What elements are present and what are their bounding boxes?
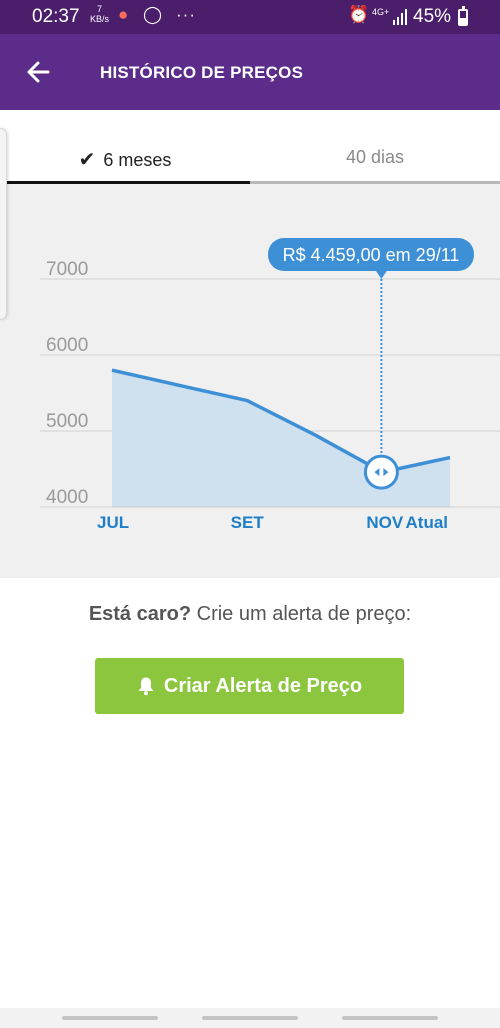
system-nav-bar: [0, 1008, 500, 1028]
x-tick-label: NOV: [366, 513, 404, 532]
signal-icon: [393, 9, 407, 25]
highlight-point-handle: [363, 454, 399, 490]
battery-icon: [458, 6, 468, 26]
alarm-icon: ⏰: [348, 5, 370, 24]
tab-6-meses-label: 6 meses: [103, 150, 172, 170]
alert-prompt: Está caro? Crie um alerta de preço:: [0, 603, 500, 626]
price-tooltip-label: R$ 4.459,00 em 29/11: [283, 245, 460, 265]
period-tabs: ✔ 6 meses 40 dias: [0, 110, 500, 184]
nav-home-button[interactable]: [202, 1016, 298, 1020]
alert-prompt-bold: Está caro?: [88, 603, 192, 625]
price-tooltip-pointer: [375, 270, 388, 279]
price-history-chart: 7000 6000 5000 4000 JUL SET NOV Atual R$ 4.459,0…: [0, 184, 500, 578]
more-notifications-icon: ···: [176, 5, 196, 24]
y-tick-label: 7000: [46, 259, 88, 280]
chart-svg: 7000 6000 5000 4000 JUL SET NOV Atual R$ 4.459,0…: [40, 238, 500, 532]
x-tick-label: SET: [231, 513, 265, 532]
y-tick-label: 5000: [46, 411, 88, 432]
status-bar: 02:37 7 KB/s ● ◯ ··· ⏰ 4G+ 45%: [0, 0, 500, 34]
page-title: HISTÓRICO DE PREÇOS: [100, 63, 304, 82]
network-type: 4G+: [372, 7, 390, 17]
y-tick-label: 4000: [46, 487, 88, 508]
notification-app-icon: ●: [118, 5, 129, 24]
create-price-alert-label: Criar Alerta de Preço: [163, 674, 363, 697]
price-area: [112, 370, 450, 507]
nav-back-button[interactable]: [342, 1016, 438, 1020]
network-speed: 7 KB/s: [90, 4, 109, 24]
x-tick-label: Atual: [406, 513, 449, 532]
side-drawer-handle[interactable]: [0, 128, 7, 320]
app-bar: HISTÓRICO DE PREÇOS: [0, 34, 500, 110]
network-speed-unit: KB/s: [90, 14, 110, 24]
nav-recents-button[interactable]: [62, 1016, 158, 1020]
status-time: 02:37: [32, 6, 80, 27]
bell-icon: [138, 677, 154, 696]
x-tick-label: JUL: [97, 513, 129, 532]
tab-6-meses[interactable]: ✔ 6 meses: [0, 110, 250, 184]
create-price-alert-button[interactable]: Criar Alerta de Preço: [95, 658, 404, 714]
whatsapp-icon: ◯: [143, 5, 163, 24]
tab-40-dias-label: 40 dias: [345, 147, 405, 167]
tab-40-dias[interactable]: 40 dias: [250, 110, 500, 184]
back-button[interactable]: [18, 52, 58, 92]
alert-prompt-text: Crie um alerta de preço:: [191, 603, 412, 625]
y-tick-label: 6000: [46, 335, 88, 356]
network-speed-value: 7: [97, 4, 103, 14]
check-icon: ✔: [78, 149, 96, 171]
arrow-left-icon: [27, 61, 50, 83]
battery-percentage: 45%: [413, 6, 452, 27]
